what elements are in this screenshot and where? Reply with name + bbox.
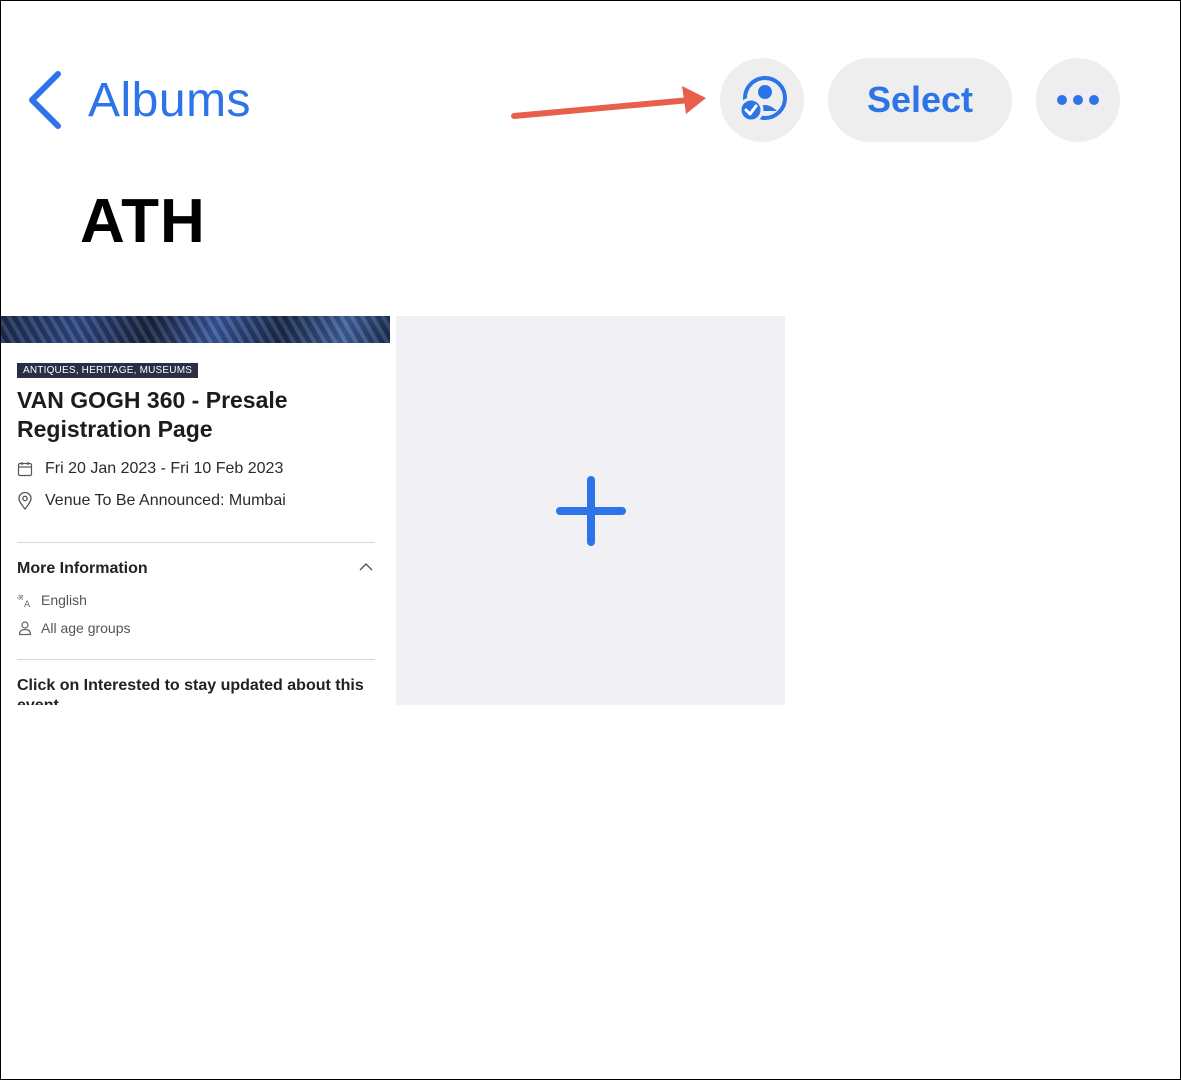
date-row: Fri 20 Jan 2023 - Fri 10 Feb 2023 [17,460,283,478]
event-age: All age groups [41,620,131,636]
event-language: English [41,592,87,608]
language-row: अ A English [17,592,87,608]
photo-thumbnail[interactable]: ANTIQUES, HERITAGE, MUSEUMS VAN GOGH 360… [1,316,390,705]
plus-icon [555,475,626,546]
svg-text:अ: अ [17,593,24,602]
divider [17,542,375,543]
add-photos-tile[interactable] [396,316,785,705]
more-information-heading: More Information [17,560,148,577]
thumbnail-banner-image [1,316,390,343]
chevron-up-icon [359,563,373,571]
translate-icon: अ A [17,593,31,608]
interested-note: Click on Interested to stay updated abou… [17,677,364,705]
divider [17,659,375,660]
svg-text:A: A [24,600,31,608]
back-button[interactable]: Albums [26,68,251,132]
select-button[interactable]: Select [828,58,1012,142]
event-venue: Venue To Be Announced: Mumbai [45,492,286,509]
annotation-arrow-icon [511,86,706,119]
age-row: All age groups [17,620,131,636]
venue-row: Venue To Be Announced: Mumbai [17,492,286,510]
person-checkmark-icon [738,76,787,123]
shared-library-button[interactable] [720,58,804,142]
person-icon [18,621,32,636]
album-title: ATH [80,187,206,256]
category-tag: ANTIQUES, HERITAGE, MUSEUMS [17,363,199,378]
back-label: Albums [88,73,252,127]
ellipsis-icon [1057,95,1099,105]
event-title: VAN GOGH 360 - Presale Registration Page [17,387,288,442]
more-button[interactable] [1036,58,1120,142]
calendar-icon [17,462,33,477]
event-date: Fri 20 Jan 2023 - Fri 10 Feb 2023 [45,460,284,477]
location-pin-icon [18,492,32,510]
chevron-left-icon [29,71,61,129]
